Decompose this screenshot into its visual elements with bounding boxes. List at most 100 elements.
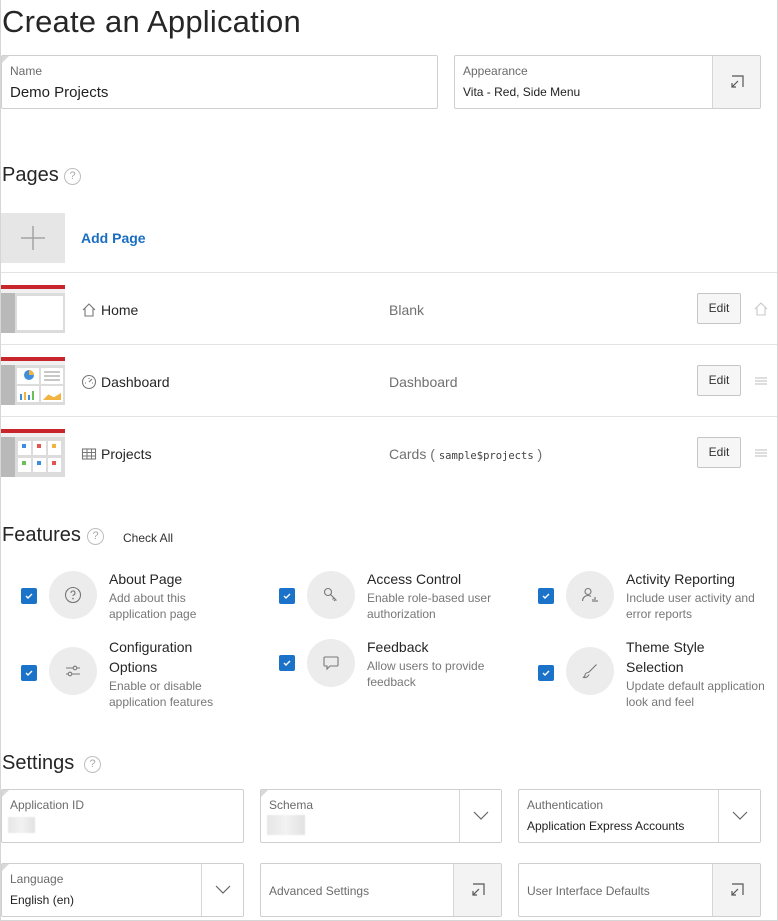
feature-checkbox[interactable]: [538, 588, 554, 604]
check-icon: [542, 593, 550, 599]
feature-title: Configuration Options: [109, 639, 193, 675]
language-dropdown-button[interactable]: [201, 864, 243, 916]
authentication-label: Authentication: [527, 798, 604, 812]
feature-description: Enable or disable application features: [109, 679, 214, 709]
feature-icon-circle: [566, 571, 614, 619]
feature-icon-circle: [566, 647, 614, 695]
check-icon: [283, 593, 291, 599]
ui-defaults-label: User Interface Defaults: [527, 884, 650, 898]
edit-button[interactable]: Edit: [697, 437, 741, 468]
feature-checkbox[interactable]: [21, 665, 37, 681]
grid-icon: [81, 448, 97, 460]
feature-icon-circle: [307, 639, 355, 687]
authentication-field[interactable]: Authentication Application Express Accou…: [518, 789, 761, 843]
feature-description: Include user activity and error reports: [626, 591, 755, 621]
feature-theme-style-selection: Theme Style Selection Update default app…: [538, 637, 778, 709]
page-name: Home: [101, 302, 139, 318]
language-field[interactable]: Language English (en): [1, 863, 244, 917]
popup-icon: [730, 883, 744, 896]
page-name: Dashboard: [101, 374, 170, 390]
feature-description: Enable role-based user authorization: [367, 591, 492, 621]
authentication-dropdown-button[interactable]: [718, 790, 760, 842]
edit-button[interactable]: Edit: [697, 293, 741, 324]
brush-icon: [582, 664, 597, 679]
name-label: Name: [10, 64, 43, 78]
language-value: English (en): [10, 893, 75, 907]
schema-value-redacted: [267, 815, 305, 835]
pages-help-icon[interactable]: ?: [64, 168, 81, 185]
feature-title: About Page: [109, 571, 183, 587]
check-icon: [25, 593, 33, 599]
plus-icon: [21, 226, 45, 250]
check-all-button[interactable]: Check All: [123, 531, 173, 545]
page-row-home: Home Blank Edit: [1, 272, 777, 344]
feature-title: Activity Reporting: [626, 571, 735, 587]
features-help-icon[interactable]: ?: [87, 528, 104, 545]
user-chart-icon: [581, 587, 598, 602]
page-type: Dashboard: [389, 374, 458, 390]
appearance-popup-button[interactable]: [712, 56, 760, 108]
ui-defaults-field[interactable]: User Interface Defaults: [518, 863, 761, 917]
home-page-icon: [754, 302, 768, 316]
application-id-field[interactable]: Application ID: [1, 789, 244, 843]
drag-handle-icon[interactable]: [753, 445, 769, 461]
feature-title: Theme Style Selection: [626, 639, 705, 675]
feature-title: Access Control: [367, 571, 462, 587]
advanced-settings-field[interactable]: Advanced Settings: [260, 863, 502, 917]
application-id-label: Application ID: [10, 798, 85, 812]
pages-title: Pages: [2, 164, 59, 186]
feature-configuration-options: Configuration Options Enable or disable …: [21, 637, 261, 709]
feature-title: Feedback: [367, 639, 429, 655]
add-page-link[interactable]: Add Page: [81, 230, 146, 246]
feature-checkbox[interactable]: [538, 665, 554, 681]
feature-checkbox[interactable]: [21, 588, 37, 604]
feature-access-control: Access Control Enable role-based user au…: [279, 569, 519, 633]
appearance-field[interactable]: Appearance Vita - Red, Side Menu: [454, 55, 761, 109]
name-input[interactable]: Demo Projects: [10, 84, 108, 101]
feature-feedback: Feedback Allow users to provide feedback: [279, 637, 519, 701]
edit-button[interactable]: Edit: [697, 365, 741, 396]
feature-description: Update default application look and feel: [626, 679, 765, 709]
settings-help-icon[interactable]: ?: [84, 756, 101, 773]
sliders-icon: [66, 665, 80, 677]
key-icon: [323, 587, 337, 602]
page-type: Blank: [389, 302, 425, 318]
dashboard-icon: [81, 374, 97, 390]
settings-title: Settings: [2, 752, 75, 774]
feature-checkbox[interactable]: [279, 588, 295, 604]
help-icon: [64, 586, 82, 604]
schema-dropdown-button[interactable]: [459, 790, 501, 842]
feature-activity-reporting: Activity Reporting Include user activity…: [538, 569, 778, 633]
feature-icon-circle: [307, 571, 355, 619]
authentication-value: Application Express Accounts: [527, 819, 685, 833]
check-icon: [283, 660, 291, 666]
page-thumbnail: [1, 357, 65, 405]
name-field[interactable]: Name Demo Projects: [1, 55, 438, 109]
drag-handle-icon[interactable]: [753, 373, 769, 389]
schema-label: Schema: [269, 798, 314, 812]
ui-defaults-popup-button[interactable]: [712, 864, 760, 916]
feature-icon-circle: [49, 647, 97, 695]
page-title: Create an Application: [2, 4, 301, 39]
chevron-down-icon: [473, 811, 488, 820]
popup-icon: [730, 75, 744, 88]
schema-field[interactable]: Schema: [260, 789, 502, 843]
page-row-dashboard: Dashboard Dashboard Edit: [1, 344, 777, 416]
page-thumbnail: [1, 429, 65, 477]
add-page-tile[interactable]: [1, 213, 65, 263]
feature-description: Allow users to provide feedback: [367, 659, 485, 689]
appearance-label: Appearance: [463, 64, 528, 78]
page-name: Projects: [101, 446, 152, 462]
check-icon: [25, 670, 33, 676]
language-label: Language: [10, 872, 64, 886]
feature-checkbox[interactable]: [279, 655, 295, 671]
check-icon: [542, 670, 550, 676]
field-corner: [261, 790, 268, 797]
application-id-value-redacted[interactable]: [8, 817, 35, 833]
field-corner: [2, 790, 9, 797]
field-corner: [2, 56, 9, 63]
popup-icon: [471, 883, 485, 896]
advanced-settings-popup-button[interactable]: [453, 864, 501, 916]
appearance-value: Vita - Red, Side Menu: [463, 85, 581, 99]
field-corner: [2, 864, 9, 871]
